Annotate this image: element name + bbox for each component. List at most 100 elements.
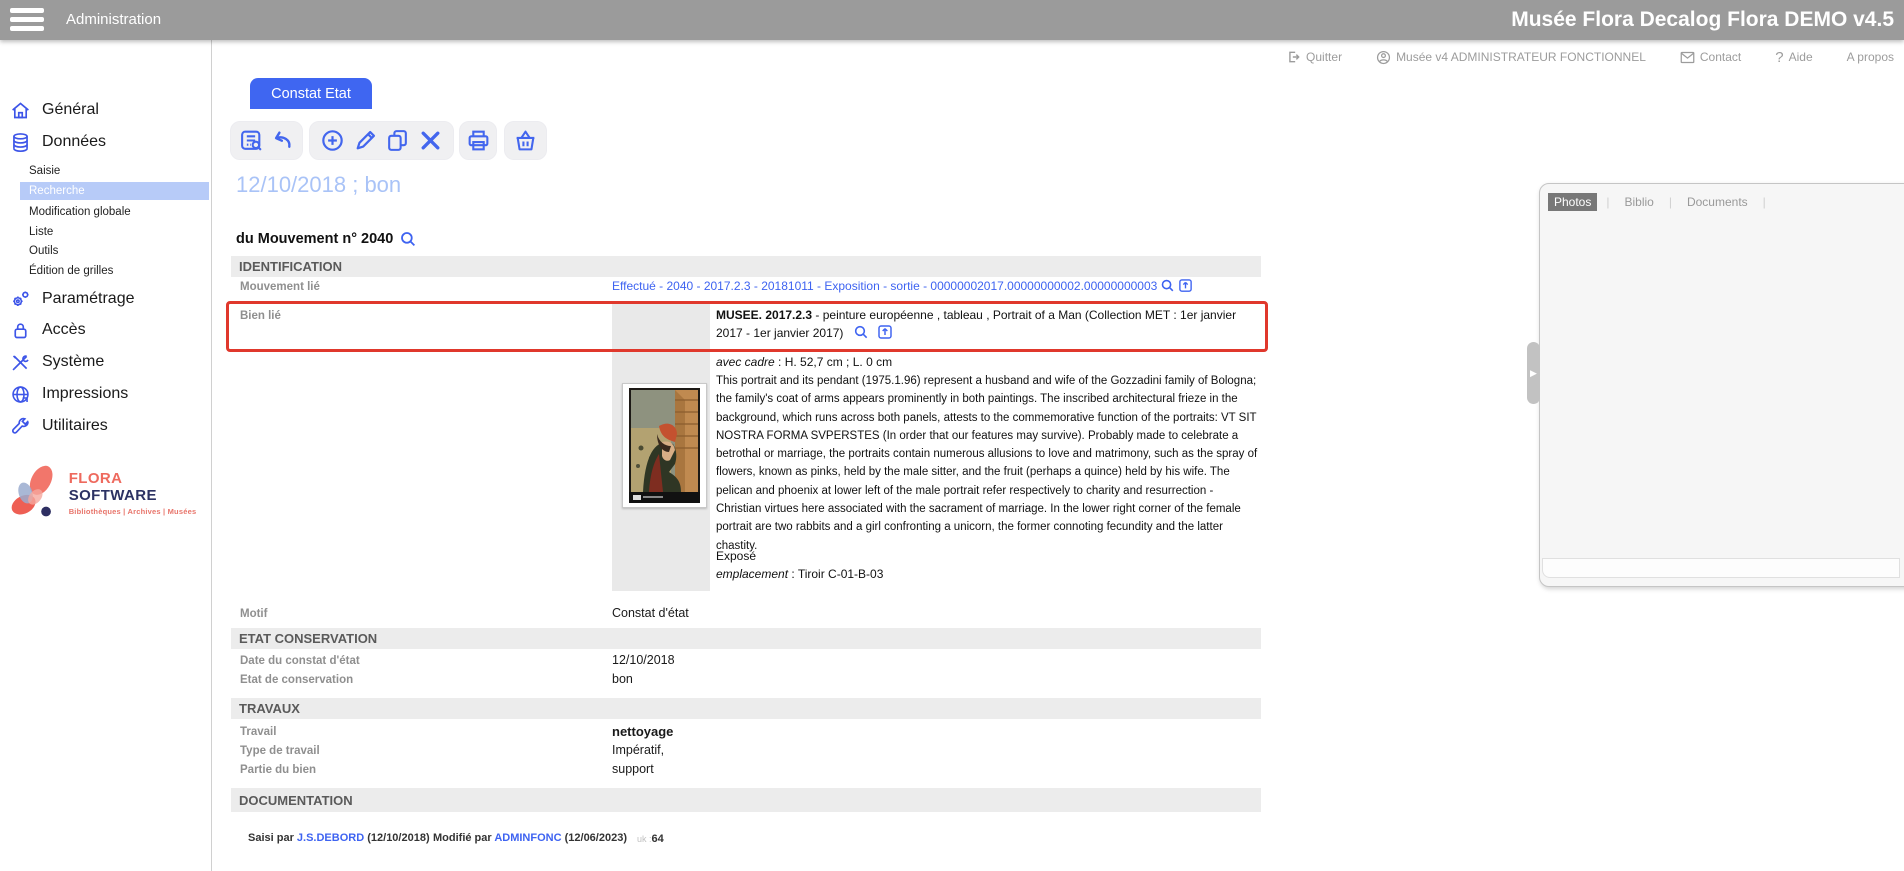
sidebar-item-outils[interactable]: Outils (0, 242, 212, 260)
toolbar-group-print (459, 121, 497, 160)
user-icon (1376, 50, 1391, 65)
wrench-icon (10, 416, 31, 437)
database-icon (10, 132, 31, 153)
about-link[interactable]: A propos (1847, 50, 1894, 64)
artwork-thumbnail[interactable] (622, 383, 707, 508)
type-travail-value: Impératif, (612, 743, 664, 757)
sidebar: Général Données Saisie Recherche Modific… (0, 40, 212, 871)
bien-lie-label: Bien lié (240, 310, 281, 322)
emplacement-line: emplacement : Tiroir C-01-B-03 (716, 567, 883, 581)
copy-record-button[interactable] (384, 127, 412, 155)
saisi-user-link[interactable]: J.S.DEBORD (297, 832, 364, 844)
tab-photos[interactable]: Photos (1548, 193, 1597, 211)
hamburger-menu-icon[interactable] (10, 8, 44, 32)
tab-documents[interactable]: Documents (1681, 193, 1754, 211)
chevron-right-icon: ▶ (1530, 368, 1537, 379)
globe-icon (10, 384, 31, 405)
sidebar-item-general[interactable]: Général (0, 97, 212, 123)
portrait-of-a-man-image (629, 388, 700, 503)
panel-collapse-handle[interactable]: ▶ (1527, 342, 1540, 404)
modifie-user-link[interactable]: ADMINFONC (494, 832, 561, 844)
partie-bien-label: Partie du bien (240, 764, 316, 776)
app-title: Musée Flora Decalog Flora DEMO v4.5 (1511, 0, 1894, 40)
delete-record-button[interactable] (417, 127, 445, 155)
logo-brand-software: SOFTWARE (69, 487, 157, 504)
printer-icon (466, 128, 491, 153)
sidebar-item-acces[interactable]: Accès (0, 317, 212, 343)
basket-button[interactable] (512, 127, 540, 155)
record-summary: 12/10/2018 ; bon (236, 172, 401, 198)
tab-biblio[interactable]: Biblio (1618, 193, 1659, 211)
form-search-button[interactable] (238, 127, 266, 155)
record-title: du Mouvement n° 2040 (236, 230, 417, 248)
edit-record-button[interactable] (351, 127, 379, 155)
section-documentation: DOCUMENTATION (231, 788, 1261, 812)
sidebar-item-modification-globale[interactable]: Modification globale (0, 203, 212, 221)
page-title: Administration (66, 0, 161, 40)
tab-constat-etat[interactable]: Constat Etat (250, 78, 372, 109)
partie-bien-value: support (612, 762, 654, 776)
media-panel-tabs: Photos | Biblio | Documents | (1548, 190, 1902, 214)
sidebar-item-impressions[interactable]: Impressions (0, 381, 212, 407)
artwork-description: This portrait and its pendant (1975.1.96… (716, 372, 1261, 555)
motif-label: Motif (240, 608, 267, 620)
bien-lie-value[interactable]: MUSEE. 2017.2.3 - peinture européenne , … (716, 306, 1264, 342)
toolbar-group-edit (309, 121, 454, 160)
open-record-icon[interactable] (877, 324, 893, 340)
mail-icon (1680, 51, 1695, 64)
add-record-button[interactable] (318, 127, 346, 155)
date-constat-value: 12/10/2018 (612, 653, 675, 667)
mouvement-lie-label: Mouvement lié (240, 281, 320, 293)
home-icon (10, 100, 31, 121)
media-panel: Photos | Biblio | Documents | (1539, 183, 1904, 587)
top-bar: Administration Musée Flora Decalog Flora… (0, 0, 1904, 40)
section-travaux: TRAVAUX (231, 698, 1261, 719)
date-constat-label: Date du constat d'état (240, 655, 360, 667)
lock-icon (10, 320, 31, 341)
etat-conservation-value: bon (612, 672, 633, 686)
emplacement-label: emplacement (716, 567, 788, 581)
search-icon[interactable] (853, 324, 869, 340)
gears-icon (10, 289, 31, 310)
open-record-icon[interactable] (1178, 278, 1193, 293)
search-icon[interactable] (399, 230, 417, 248)
copy-icon (385, 128, 410, 153)
dimensions-line: avec cadre : H. 52,7 cm ; L. 0 cm (716, 355, 892, 369)
undo-icon (269, 128, 294, 153)
x-icon (418, 128, 443, 153)
undo-button[interactable] (267, 127, 295, 155)
toolbar-group-basket (504, 121, 547, 160)
sidebar-item-edition-de-grilles[interactable]: Édition de grilles (0, 262, 212, 280)
quit-link[interactable]: Quitter (1287, 50, 1342, 64)
section-etat-conservation: ETAT CONSERVATION (231, 628, 1261, 649)
sidebar-item-saisie[interactable]: Saisie (0, 162, 212, 180)
etat-conservation-label: Etat de conservation (240, 674, 353, 686)
contact-link[interactable]: Contact (1680, 50, 1741, 64)
type-travail-label: Type de travail (240, 745, 320, 757)
sidebar-item-utilitaires[interactable]: Utilitaires (0, 413, 212, 439)
logout-icon (1287, 50, 1301, 64)
mouvement-lie-value[interactable]: Effectué - 2040 - 2017.2.3 - 20181011 - … (612, 278, 1193, 293)
print-button[interactable] (466, 127, 491, 155)
sidebar-item-donnees[interactable]: Données (0, 129, 212, 155)
logo-brand-flora: FLORA (69, 470, 122, 487)
search-icon[interactable] (1160, 278, 1175, 293)
help-link[interactable]: ? Aide (1775, 49, 1812, 66)
modifie-par-info: Modifié par ADMINFONC (12/06/2023) (433, 832, 627, 844)
basket-icon (513, 128, 538, 153)
section-identification: IDENTIFICATION (231, 256, 1261, 277)
sidebar-item-recherche[interactable]: Recherche (20, 182, 209, 200)
dimensions-label: avec cadre (716, 355, 775, 369)
logo-tagline: Bibliothèques | Archives | Musées (69, 507, 211, 516)
user-account-link[interactable]: Musée v4 ADMINISTRATEUR FONCTIONNEL (1376, 50, 1646, 65)
media-panel-scrollbar[interactable] (1542, 558, 1900, 578)
sidebar-item-parametrage[interactable]: Paramétrage (0, 286, 212, 312)
form-search-icon (239, 128, 264, 153)
flora-logo-icon (8, 463, 61, 523)
sidebar-item-systeme[interactable]: Système (0, 349, 212, 375)
bien-lie-inventory-number: MUSEE. 2017.2.3 (716, 308, 812, 322)
travail-label: Travail (240, 726, 276, 738)
sidebar-item-liste[interactable]: Liste (0, 223, 212, 241)
question-icon: ? (1775, 49, 1783, 66)
expose-status: Exposé (716, 549, 756, 563)
